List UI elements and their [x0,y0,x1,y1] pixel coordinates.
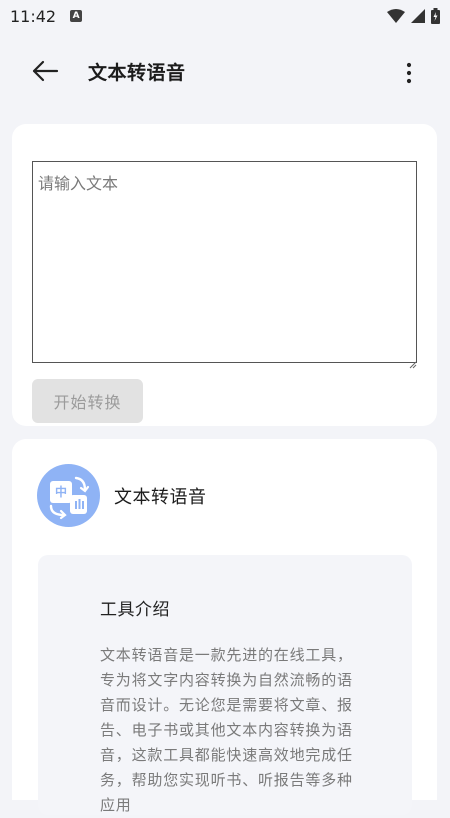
tool-card: 中 文本转语音 工具介绍 文本转语音是一款先进的在线工具，专为将文字内容转换为自… [12,439,437,815]
svg-text:中: 中 [55,484,67,499]
input-card: 开始转换 [12,124,437,426]
status-bar: 11:42 A [0,0,450,32]
text-to-speech-icon: 中 [37,464,100,527]
battery-icon [431,8,440,24]
page-title: 文本转语音 [88,62,186,84]
more-vertical-icon[interactable] [404,62,414,84]
resize-grip-icon[interactable] [408,354,417,369]
intro-box: 工具介绍 文本转语音是一款先进的在线工具，专为将文字内容转换为自然流畅的语音而设… [38,555,412,815]
start-convert-button[interactable]: 开始转换 [32,379,143,423]
signal-icon [411,9,425,23]
status-right [387,8,440,24]
intro-text: 文本转语音是一款先进的在线工具，专为将文字内容转换为自然流畅的语音而设计。无论您… [100,646,353,814]
status-left: 11:42 A [10,6,83,26]
wifi-icon [387,9,405,23]
app-bar: 文本转语音 [0,40,450,102]
tool-title: 文本转语音 [114,487,207,508]
intro-heading: 工具介绍 [100,600,170,620]
status-time: 11:42 [10,6,57,26]
text-input[interactable] [32,161,417,363]
notification-badge-icon: A [70,10,83,22]
back-arrow-icon[interactable] [30,58,62,84]
